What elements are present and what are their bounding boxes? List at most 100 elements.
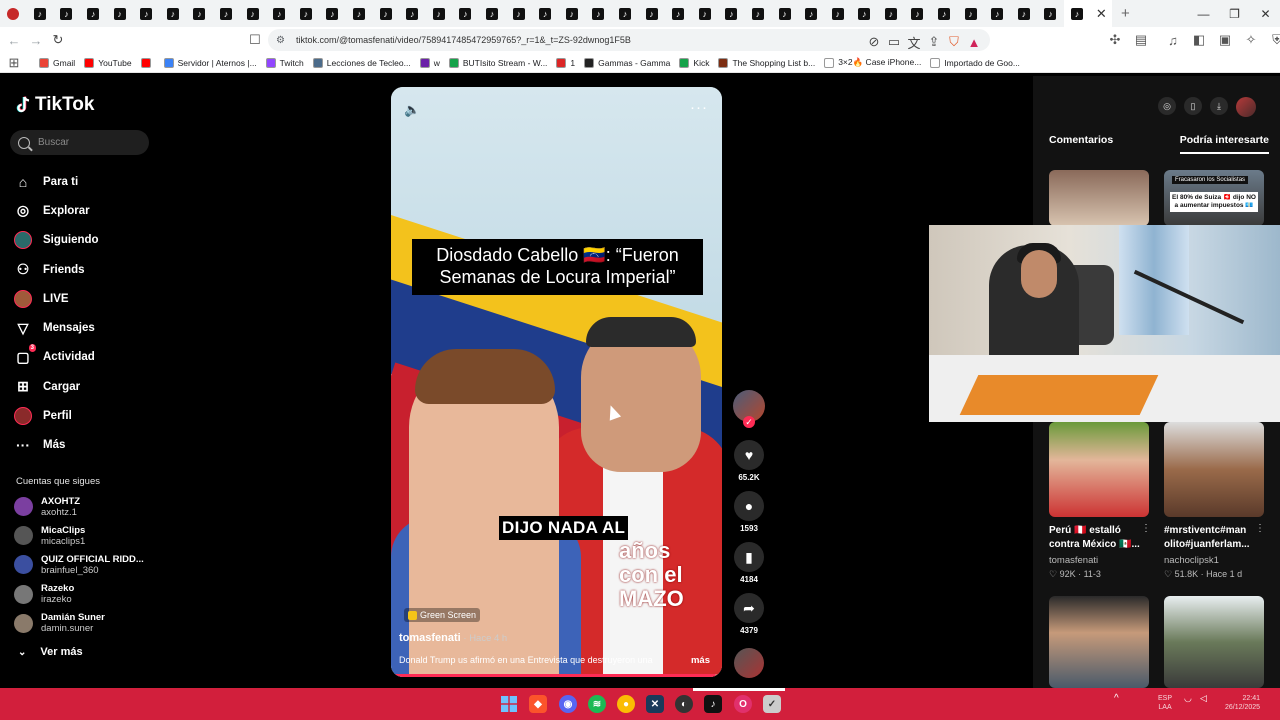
compass-small-icon[interactable]: ◎	[1158, 97, 1176, 115]
system-clock[interactable]: 22:41 26/12/2025	[1225, 694, 1260, 712]
close-window-button[interactable]: ✕	[1250, 0, 1280, 27]
bookmark-item[interactable]: Twitch	[265, 57, 304, 68]
browser-tab[interactable]: ♪	[266, 0, 293, 27]
nav-item-siguiendo[interactable]: Siguiendo	[14, 226, 154, 255]
bookmark-item[interactable]: w	[419, 57, 440, 68]
recommended-thumb-5[interactable]	[1049, 596, 1149, 688]
browser-tab[interactable]: ♪	[798, 0, 825, 27]
followed-account[interactable]: Razeko irazeko	[14, 580, 154, 609]
bookmark-item[interactable]: YouTube	[84, 57, 132, 68]
capcut-icon[interactable]: ✕	[646, 695, 664, 713]
bookmark-item[interactable]: The Shopping List b...	[718, 57, 815, 68]
app-icon[interactable]: ✓	[763, 695, 781, 713]
nav-item-perfil[interactable]: Perfil	[14, 401, 154, 430]
browser-tab[interactable]: ♪	[665, 0, 692, 27]
recommended-thumb-1[interactable]	[1049, 170, 1149, 226]
browser-tab[interactable]: ♪	[293, 0, 320, 27]
bookmark-page-icon[interactable]: ☐	[244, 29, 266, 51]
card-1-menu-icon[interactable]: ⋮	[1141, 523, 1151, 534]
browser-tab[interactable]: ♪	[160, 0, 187, 27]
back-icon[interactable]: ←	[3, 29, 25, 51]
browser-tab[interactable]: ♪	[372, 0, 399, 27]
author-name[interactable]: tomasfenati	[399, 632, 461, 644]
opera-icon[interactable]: O	[734, 695, 752, 713]
bookmark-item[interactable]: Importado de Goo...	[930, 57, 1020, 68]
user-avatar[interactable]	[1236, 97, 1256, 117]
reload-icon[interactable]: ↻	[47, 29, 69, 51]
video-author[interactable]: tomasfenati · Hace 4 h	[399, 632, 507, 644]
browser-tab[interactable]: ♪	[771, 0, 798, 27]
sidebar-icon[interactable]: ◧	[1188, 29, 1210, 51]
card-1-title-line-1[interactable]: Perú 🇵🇪 estalló	[1049, 524, 1121, 537]
network-icon[interactable]: ◡	[1184, 694, 1192, 703]
card-2-title-line-2[interactable]: olito#juanferlam...	[1164, 538, 1250, 551]
volume-tray-icon[interactable]: ◁	[1200, 694, 1207, 703]
browser-tab[interactable]: ♪	[745, 0, 772, 27]
browser-tab[interactable]: ♪	[106, 0, 133, 27]
browser-tab[interactable]: ♪	[239, 0, 266, 27]
nav-item-explorar[interactable]: ◎ Explorar	[14, 196, 154, 225]
card-2-title-line-1[interactable]: #mrstiventc#man	[1164, 524, 1246, 537]
browser-tab[interactable]: ♪	[53, 0, 80, 27]
browser-tab[interactable]: ♪	[851, 0, 878, 27]
vpn-icon[interactable]: ⛨	[1266, 29, 1280, 51]
download-icon[interactable]: ⤓	[1210, 97, 1228, 115]
apps-icon[interactable]: ⊞	[3, 52, 25, 74]
browser-tab[interactable]: ♪	[957, 0, 984, 27]
card-1-title-line-2[interactable]: contra México 🇲🇽...	[1049, 538, 1140, 551]
expand-description-button[interactable]: más	[691, 655, 710, 666]
browser-tab[interactable]: ♪	[878, 0, 905, 27]
browser-tab[interactable]: ♪	[1063, 0, 1091, 27]
spotify-icon[interactable]: ≋	[588, 695, 606, 713]
browser-tab[interactable]: ♪	[479, 0, 506, 27]
bookmark-item[interactable]: Servidor | Aternos |...	[163, 57, 257, 68]
tab-comments[interactable]: Comentarios	[1049, 134, 1113, 154]
browser-tab[interactable]: ♪	[80, 0, 107, 27]
video-player[interactable]: años con el MAZO Diosdado Cabello 🇻🇪: “F…	[391, 87, 722, 677]
browser-tab[interactable]: ♪	[612, 0, 639, 27]
browser-tab[interactable]: ♪	[824, 0, 851, 27]
nav-item-live[interactable]: LIVE	[14, 284, 154, 313]
language-indicator[interactable]: ESP LAA	[1158, 694, 1172, 712]
recommended-thumb-2[interactable]: Fracasaron los Socialistas El 80% de Sui…	[1164, 170, 1264, 226]
nav-item-actividad[interactable]: ▢ 3 Actividad	[14, 343, 154, 372]
browser-tab[interactable]: ♪	[585, 0, 612, 27]
recommended-thumb-4[interactable]	[1164, 422, 1264, 517]
followed-account[interactable]: QUIZ OFFICIAL RIDD... brainfuel_360	[14, 550, 154, 579]
followed-account[interactable]: MicaClips micaclips1	[14, 521, 154, 550]
extensions-icon[interactable]: ✣	[1104, 29, 1126, 51]
tray-chevron-icon[interactable]: ^	[1114, 694, 1119, 704]
followed-account[interactable]: Damián Suner damin.suner	[14, 609, 154, 638]
browser-tab[interactable]: ♪	[558, 0, 585, 27]
tiktok-logo[interactable]: TikTok	[15, 94, 94, 116]
new-tab-button[interactable]: +	[1112, 0, 1138, 27]
share-page-icon[interactable]: ⇪	[926, 31, 942, 53]
browser-tab[interactable]: ♪	[133, 0, 160, 27]
start-menu-icon[interactable]	[500, 695, 518, 713]
chrome-icon[interactable]: ●	[617, 695, 635, 713]
search-input[interactable]	[38, 137, 138, 148]
card-2-user[interactable]: nachoclipsk1	[1164, 555, 1219, 566]
search-box[interactable]	[10, 130, 149, 155]
browser-tab[interactable]: ♪	[399, 0, 426, 27]
browser-tab[interactable]: ♪	[505, 0, 532, 27]
browser-tab[interactable]: ♪	[691, 0, 718, 27]
brave-browser-icon[interactable]: ◆	[529, 695, 547, 713]
browser-tab[interactable]: ♪	[27, 0, 54, 27]
browser-tab[interactable]: ♪	[904, 0, 931, 27]
device-icon[interactable]: ▯	[1184, 97, 1202, 115]
tab-recommended[interactable]: Podría interesarte	[1179, 134, 1269, 154]
followed-account[interactable]: AXOHTZ axohtz.1	[14, 492, 154, 521]
browser-tab[interactable]: ♪	[319, 0, 346, 27]
site-info-icon[interactable]: ⚙	[276, 35, 290, 46]
bookmark-item[interactable]: 1	[556, 57, 575, 68]
volume-icon[interactable]: 🔈	[404, 102, 420, 118]
tab-search-icon[interactable]: ▤	[1130, 29, 1152, 51]
follow-plus-icon[interactable]: ✓	[743, 416, 755, 428]
bookmark-item[interactable]: 3×2🔥 Case iPhone...	[824, 57, 921, 68]
sound-avatar[interactable]	[734, 648, 764, 678]
bookmark-item[interactable]: Lecciones de Tecleo...	[312, 57, 411, 68]
browser-tab[interactable]: ♪	[532, 0, 559, 27]
media-icon[interactable]: ♫	[1162, 29, 1184, 51]
browser-tab[interactable]: ♪	[931, 0, 958, 27]
